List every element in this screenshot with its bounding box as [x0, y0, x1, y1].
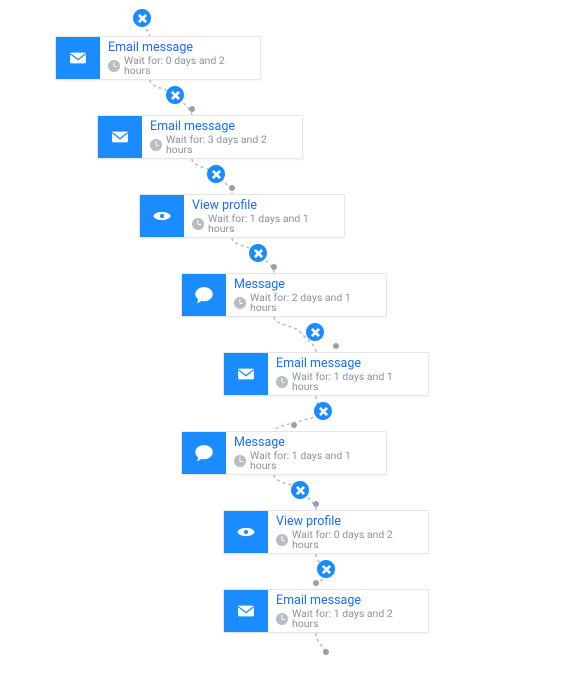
delete-step-icon[interactable] [306, 323, 324, 341]
step-title: Message [234, 277, 376, 292]
connector-dot [189, 106, 195, 112]
delete-step-icon[interactable] [207, 165, 225, 183]
step-title: Email message [150, 119, 292, 134]
connector-dot [271, 264, 277, 270]
connector-dot [229, 185, 235, 191]
step-wait-text: Wait for: 1 days and 1 hours [250, 451, 376, 472]
clock-icon [234, 297, 246, 309]
step-title: Email message [108, 40, 250, 55]
step-wait: Wait for: 3 days and 2 hours [150, 135, 292, 156]
step-title: View profile [192, 198, 334, 213]
delete-step-icon[interactable] [314, 402, 332, 420]
envelope-icon [56, 37, 100, 79]
step-text: Email message Wait for: 0 days and 2 hou… [100, 37, 260, 79]
step-text: Email message Wait for: 1 days and 2 hou… [268, 590, 428, 632]
clock-icon [276, 376, 288, 388]
step-title: Message [234, 435, 376, 450]
workflow-step-email[interactable]: Email message Wait for: 0 days and 2 hou… [55, 36, 261, 80]
chat-icon [182, 274, 226, 316]
step-wait: Wait for: 1 days and 2 hours [276, 609, 418, 630]
step-wait-text: Wait for: 3 days and 2 hours [166, 135, 292, 156]
connector-lines [0, 0, 568, 673]
workflow-step-email[interactable]: Email message Wait for: 3 days and 2 hou… [97, 115, 303, 159]
sequence-end-dot [323, 649, 329, 655]
workflow-step-view-profile[interactable]: View profile Wait for: 1 days and 1 hour… [139, 194, 345, 238]
workflow-step-view-profile[interactable]: View profile Wait for: 0 days and 2 hour… [223, 510, 429, 554]
step-wait-text: Wait for: 1 days and 1 hours [208, 214, 334, 235]
step-title: Email message [276, 593, 418, 608]
step-wait: Wait for: 0 days and 2 hours [108, 56, 250, 77]
step-wait-text: Wait for: 2 days and 1 hours [250, 293, 376, 314]
delete-step-icon[interactable] [166, 86, 184, 104]
clock-icon [150, 139, 162, 151]
delete-step-icon[interactable] [317, 560, 335, 578]
step-text: View profile Wait for: 0 days and 2 hour… [268, 511, 428, 553]
envelope-icon [224, 353, 268, 395]
step-text: View profile Wait for: 1 days and 1 hour… [184, 195, 344, 237]
delete-step-icon[interactable] [249, 244, 267, 262]
connector-dot [333, 343, 339, 349]
step-text: Email message Wait for: 3 days and 2 hou… [142, 116, 302, 158]
step-wait: Wait for: 2 days and 1 hours [234, 293, 376, 314]
clock-icon [276, 613, 288, 625]
eye-icon [224, 511, 268, 553]
workflow-step-message[interactable]: Message Wait for: 1 days and 1 hours [181, 431, 387, 475]
step-text: Message Wait for: 1 days and 1 hours [226, 432, 386, 474]
step-text: Message Wait for: 2 days and 1 hours [226, 274, 386, 316]
step-text: Email message Wait for: 1 days and 1 hou… [268, 353, 428, 395]
delete-step-icon[interactable] [133, 9, 151, 27]
connector-dot [313, 501, 319, 507]
step-title: Email message [276, 356, 418, 371]
workflow-step-email[interactable]: Email message Wait for: 1 days and 2 hou… [223, 589, 429, 633]
step-wait-text: Wait for: 1 days and 2 hours [292, 609, 418, 630]
clock-icon [192, 218, 204, 230]
clock-icon [234, 455, 246, 467]
step-wait-text: Wait for: 1 days and 1 hours [292, 372, 418, 393]
clock-icon [108, 60, 120, 72]
workflow-canvas: Email message Wait for: 0 days and 2 hou… [0, 0, 568, 673]
envelope-icon [224, 590, 268, 632]
clock-icon [276, 534, 288, 546]
connector-dot [313, 580, 319, 586]
delete-step-icon[interactable] [291, 481, 309, 499]
step-wait: Wait for: 1 days and 1 hours [276, 372, 418, 393]
connector-dot [291, 422, 297, 428]
step-wait: Wait for: 1 days and 1 hours [192, 214, 334, 235]
workflow-step-message[interactable]: Message Wait for: 2 days and 1 hours [181, 273, 387, 317]
step-wait: Wait for: 0 days and 2 hours [276, 530, 418, 551]
eye-icon [140, 195, 184, 237]
step-title: View profile [276, 514, 418, 529]
workflow-step-email[interactable]: Email message Wait for: 1 days and 1 hou… [223, 352, 429, 396]
envelope-icon [98, 116, 142, 158]
step-wait-text: Wait for: 0 days and 2 hours [292, 530, 418, 551]
chat-icon [182, 432, 226, 474]
step-wait-text: Wait for: 0 days and 2 hours [124, 56, 250, 77]
step-wait: Wait for: 1 days and 1 hours [234, 451, 376, 472]
